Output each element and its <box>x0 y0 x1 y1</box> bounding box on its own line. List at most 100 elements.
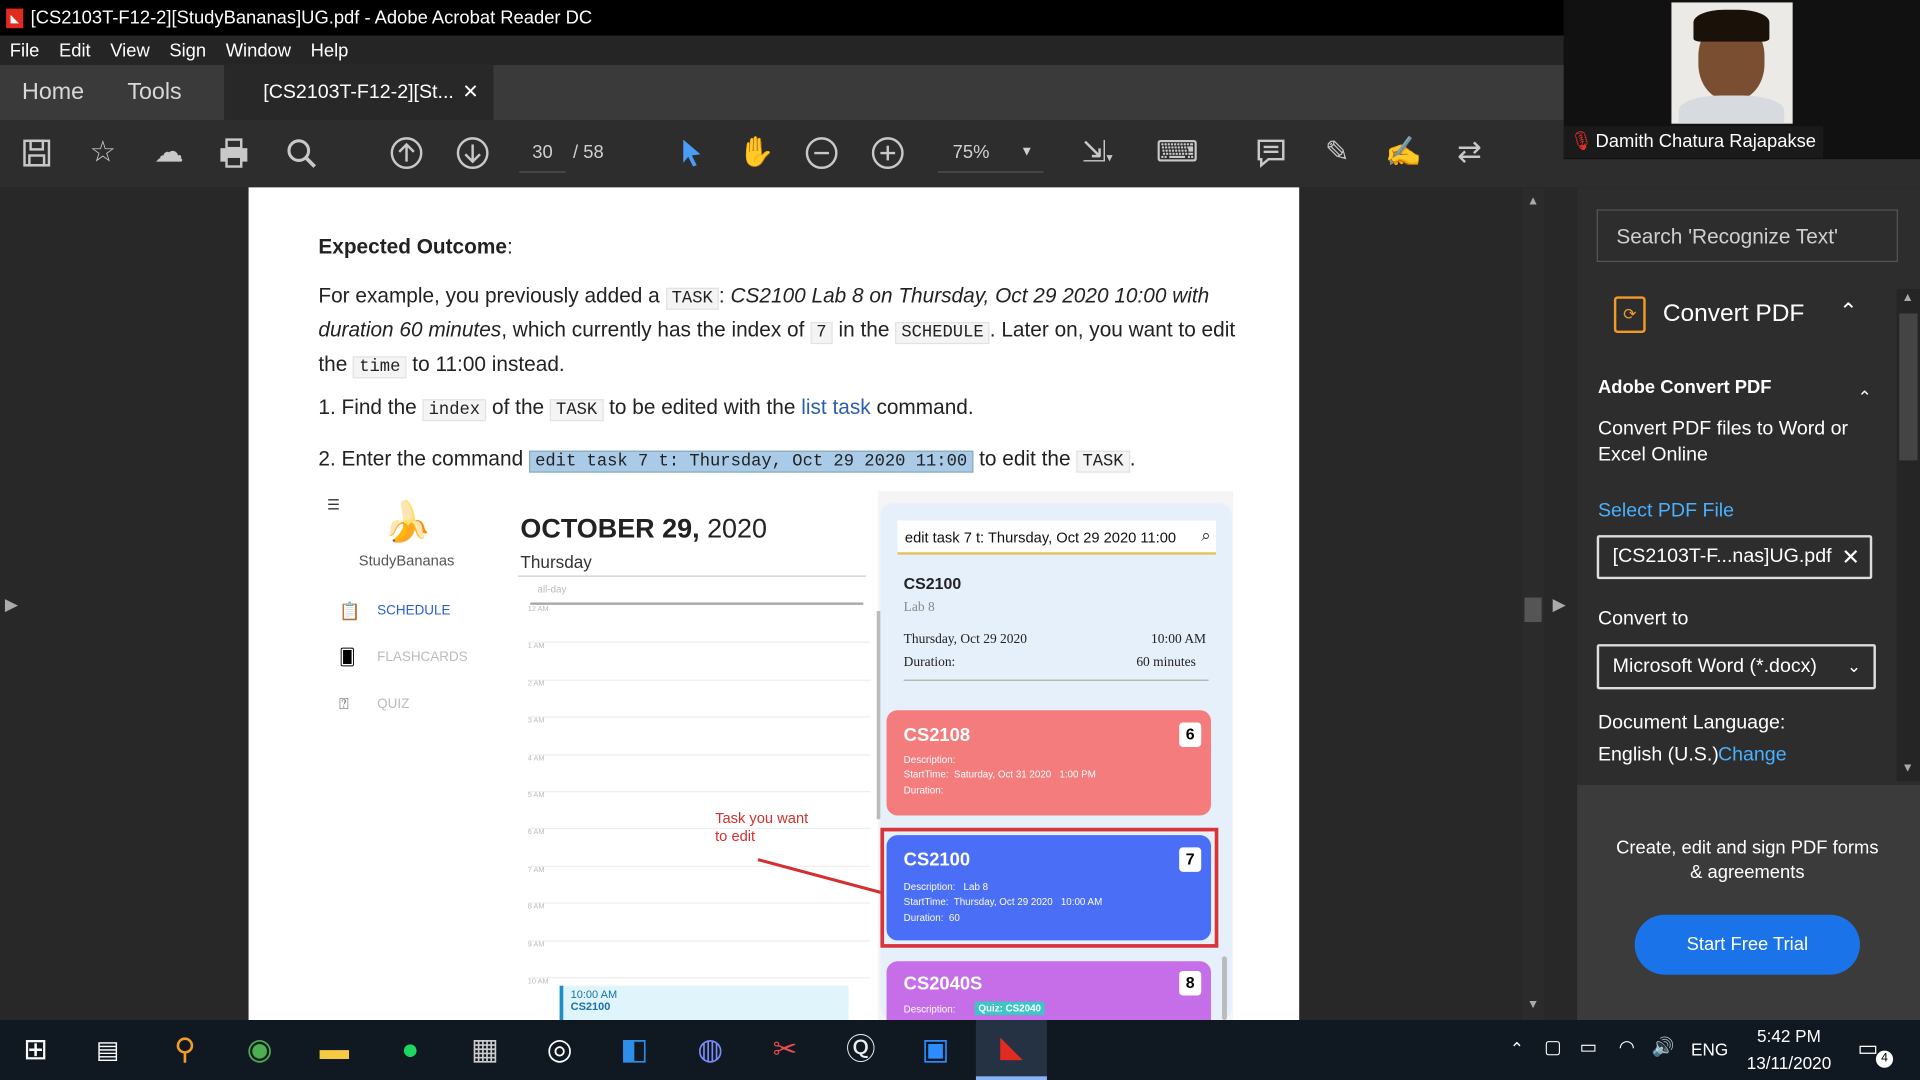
banana-logo-icon: 🍌 <box>383 499 433 544</box>
muted-mic-icon: 🎙 <box>1569 131 1594 152</box>
calendar-event: 10:00 AM CS2100 <box>559 985 849 1021</box>
tab-home[interactable]: Home <box>22 65 84 120</box>
task-card-start: StartTime: Saturday, Oct 31 2020 1:00 PM <box>903 768 1096 781</box>
fill-sign-icon[interactable]: ✍ <box>1385 135 1422 172</box>
scroll-thumb[interactable] <box>1899 313 1918 461</box>
calendar-day: OCTOBER 29, 2020 Thursday all-day 12 AM … <box>510 491 1061 1021</box>
scrollbar-thumb[interactable] <box>1222 956 1227 1021</box>
menu-edit[interactable]: Edit <box>59 40 91 61</box>
hour-row: 1 AM <box>527 643 871 681</box>
detail-date: Thursday, Oct 29 2020 <box>903 631 1028 647</box>
panel-scrollbar[interactable]: ▲ ▼ <box>1896 288 1920 782</box>
print-icon[interactable] <box>216 135 253 172</box>
task-panel: edit task 7 t: Thursday, Oct 29 2020 11:… <box>880 503 1232 1021</box>
wifi-icon[interactable]: ◠ <box>1619 1036 1635 1058</box>
search-icon[interactable]: ⌕ <box>1201 525 1211 546</box>
tab-tools[interactable]: Tools <box>127 65 181 120</box>
app-icon[interactable]: ▦ <box>460 1026 509 1075</box>
acrobat-taskbar-icon[interactable]: ◣ <box>975 1020 1047 1080</box>
comment-icon[interactable] <box>1253 135 1290 172</box>
nav-schedule: SCHEDULE <box>377 603 451 619</box>
window-title: [CS2103T-F12-2][StudyBananas]UG.pdf - Ad… <box>30 7 593 29</box>
nav-flashcards: FLASHCARDS <box>377 650 468 665</box>
change-language-link[interactable]: Change <box>1718 744 1787 766</box>
zoom-in-icon[interactable] <box>869 135 906 172</box>
tray-icon[interactable]: ▢ <box>1544 1036 1561 1058</box>
scroll-down-icon[interactable]: ▼ <box>1902 762 1914 775</box>
menu-help[interactable]: Help <box>311 40 349 61</box>
clear-file-icon[interactable]: ✕ <box>1842 538 1860 577</box>
zoom-app-icon[interactable]: ▣ <box>911 1026 960 1075</box>
hour-row: 5 AM <box>527 792 871 830</box>
start-free-trial-button[interactable]: Start Free Trial <box>1634 914 1861 975</box>
chevron-up-icon[interactable]: ⌃ <box>1858 387 1872 408</box>
format-value: Microsoft Word (*.docx) <box>1612 656 1817 678</box>
discord-icon[interactable]: ◍ <box>686 1026 735 1075</box>
command-input[interactable]: edit task 7 t: Thursday, Oct 29 2020 11:… <box>897 520 1216 555</box>
scroll-mode-icon[interactable]: ⌨ <box>1156 135 1198 172</box>
zoom-out-icon[interactable] <box>803 135 840 172</box>
chrome-icon[interactable]: ◉ <box>235 1026 284 1075</box>
upload-cloud-icon[interactable]: ☁ <box>151 135 188 172</box>
list-task-link[interactable]: list task <box>801 396 870 419</box>
clock-date[interactable]: 13/11/2020 <box>1739 1053 1839 1073</box>
task-card[interactable]: CS2040S 8 Description: Quiz: CS2040 <box>886 961 1212 1021</box>
left-panel-toggle-icon[interactable]: ▶ <box>5 594 18 615</box>
event-time: 10:00 AM <box>570 988 618 1001</box>
page-total: / 58 <box>573 142 604 163</box>
scroll-up-icon[interactable]: ▲ <box>1527 195 1539 208</box>
tab-document-label: [CS2103T-F12-2][St... <box>263 82 454 103</box>
annotation-text: Task you want to edit <box>715 809 809 845</box>
zoom-select[interactable]: 75% ▼ <box>937 132 1044 173</box>
chevron-up-icon[interactable]: ⌃ <box>1839 299 1857 325</box>
menu-file[interactable]: File <box>10 40 40 61</box>
task-view-icon[interactable]: ▤ <box>83 1026 132 1075</box>
bookmark-star-icon[interactable]: ☆ <box>84 135 121 172</box>
language-indicator[interactable]: ENG <box>1691 1040 1728 1060</box>
battery-icon[interactable]: ▭ <box>1580 1036 1597 1058</box>
previous-page-icon[interactable] <box>388 135 425 172</box>
document-scrollbar[interactable]: ▲ ▼ <box>1522 187 1545 1021</box>
hand-tool-icon[interactable]: ✋ <box>738 135 775 172</box>
hour-row: 8 AM <box>527 904 871 942</box>
selected-file-field[interactable]: [CS2103T-F...nas]UG.pdf ✕ <box>1596 535 1873 580</box>
file-explorer-icon[interactable]: ▬ <box>310 1026 359 1075</box>
format-select[interactable]: Microsoft Word (*.docx) ⌄ <box>1596 644 1876 690</box>
volume-icon[interactable]: 🔊 <box>1652 1036 1675 1058</box>
search-app-icon[interactable]: ⚲ <box>160 1026 209 1075</box>
scroll-down-icon[interactable]: ▼ <box>1527 998 1539 1011</box>
paragraph-example: For example, you previously added a TASK… <box>318 284 1236 379</box>
recognize-text-search[interactable]: Search 'Recognize Text' <box>1596 209 1898 263</box>
task-card-desc: Description: <box>903 1004 956 1016</box>
convert-pdf-icon: ⟳ <box>1613 296 1646 334</box>
page-number-input[interactable]: 30 <box>519 132 566 173</box>
scroll-up-icon[interactable]: ▲ <box>1902 291 1914 304</box>
windows-start-icon[interactable]: ⊞ <box>11 1026 60 1075</box>
next-page-icon[interactable] <box>454 135 491 172</box>
highlight-pen-icon[interactable]: ✎ <box>1319 135 1356 172</box>
chevron-up-icon[interactable]: ⌃ <box>1510 1038 1524 1059</box>
task-card[interactable]: CS2108 6 Description: StartTime: Saturda… <box>886 710 1212 816</box>
menu-window[interactable]: Window <box>226 40 291 61</box>
task-card[interactable]: CS2100 7 Description: Lab 8 StartTime: T… <box>886 835 1212 941</box>
close-tab-icon[interactable]: ✕ <box>462 65 478 120</box>
tab-document[interactable]: [CS2103T-F12-2][St... ✕ <box>224 64 494 121</box>
hour-row: 9 AM <box>527 941 871 979</box>
search-zoom-icon[interactable] <box>283 135 320 172</box>
right-panel-toggle-icon[interactable]: ▶ <box>1553 594 1566 615</box>
save-icon[interactable] <box>18 135 55 172</box>
steam-icon[interactable]: ◎ <box>535 1026 584 1075</box>
page-fit-icon[interactable]: ⇲▾ <box>1073 135 1122 172</box>
task-card-index: 8 <box>1179 971 1202 996</box>
select-cursor-icon[interactable] <box>672 135 709 172</box>
clock-time[interactable]: 5:42 PM <box>1741 1026 1837 1046</box>
task-card-desc: Description: <box>903 754 956 766</box>
qbittorrent-icon[interactable]: Ⓠ <box>836 1026 885 1075</box>
scroll-thumb[interactable] <box>1524 597 1542 623</box>
vscode-icon[interactable]: ◧ <box>610 1026 659 1075</box>
paint-icon[interactable]: ✂ <box>760 1026 809 1075</box>
share-tools-icon[interactable]: ⇄ <box>1451 135 1488 172</box>
spotify-icon[interactable]: ● <box>386 1026 435 1075</box>
menu-view[interactable]: View <box>110 40 149 61</box>
menu-sign[interactable]: Sign <box>169 40 206 61</box>
